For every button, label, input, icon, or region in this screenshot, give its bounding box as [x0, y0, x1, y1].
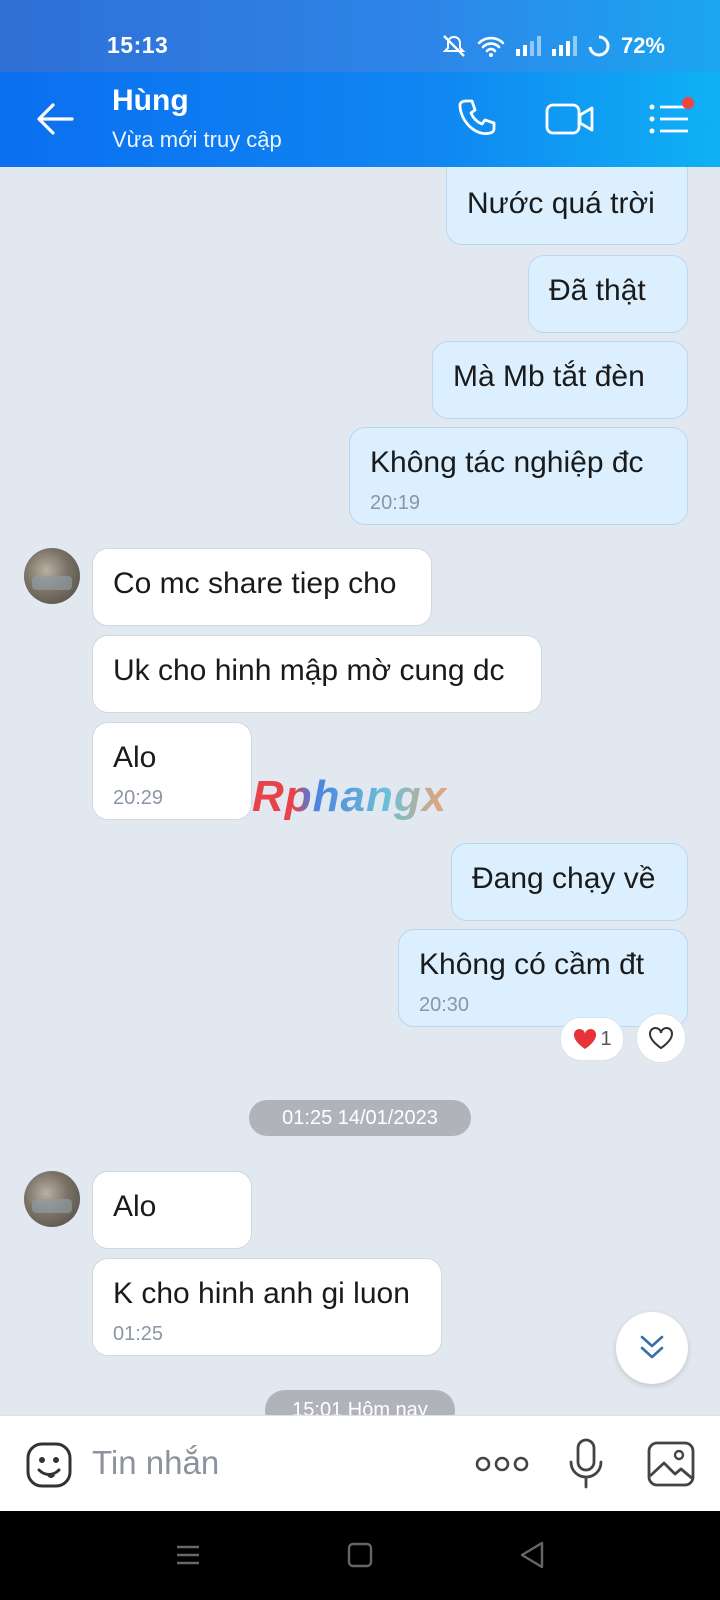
message-bubble[interactable]: Alo 20:29: [92, 722, 252, 820]
message-bubble[interactable]: Uk cho hinh mập mờ cung dc: [92, 635, 542, 713]
home-button-icon[interactable]: [347, 1541, 373, 1569]
mute-bell-icon: [442, 35, 466, 57]
message-text: Alo: [113, 741, 157, 774]
contact-name[interactable]: Hùng: [112, 84, 189, 118]
red-heart-icon: [574, 1028, 597, 1049]
message-time: 20:30: [419, 994, 470, 1016]
message-text: Đã thật: [549, 274, 646, 307]
message-time: 20:29: [113, 787, 164, 809]
watermark: Rphangx: [252, 772, 448, 821]
menu-list-icon[interactable]: [648, 97, 696, 141]
message-bubble[interactable]: Đã thật: [528, 255, 688, 333]
contact-status: Vừa mới truy cập: [112, 127, 282, 152]
contact-avatar[interactable]: [24, 1171, 80, 1227]
message-bubble[interactable]: Không tác nghiệp đc 20:19: [349, 427, 688, 525]
message-text: K cho hinh anh gi luon: [113, 1277, 410, 1310]
status-bar: 15:13 72%: [0, 0, 720, 72]
chat-header: Hùng Vừa mới truy cập: [0, 72, 720, 167]
message-bubble[interactable]: Nước quá trời: [446, 167, 688, 245]
signal-icon-2: [551, 36, 577, 56]
image-gallery-icon[interactable]: [646, 1440, 696, 1488]
message-time: 20:19: [370, 492, 421, 514]
message-bubble[interactable]: Co mc share tiep cho: [92, 548, 432, 626]
signal-icon-1: [515, 36, 541, 56]
battery-percent: 72%: [620, 33, 665, 58]
back-nav-icon[interactable]: [518, 1540, 546, 1570]
message-bubble[interactable]: Alo: [92, 1171, 252, 1249]
message-text: Alo: [113, 1190, 157, 1223]
message-bubble[interactable]: K cho hinh anh gi luon 01:25: [92, 1258, 442, 1356]
reaction-badge[interactable]: 1: [560, 1017, 624, 1061]
recent-apps-icon[interactable]: [174, 1541, 202, 1569]
message-input-bar: Tin nhắn: [0, 1415, 720, 1512]
microphone-icon[interactable]: [566, 1438, 606, 1490]
status-time: 15:13: [107, 32, 169, 58]
message-bubble[interactable]: Mà Mb tắt đèn: [432, 341, 688, 419]
sticker-emoji-icon[interactable]: [25, 1441, 73, 1489]
date-separator: 01:25 14/01/2023: [249, 1100, 471, 1136]
status-icons: 72%: [441, 33, 665, 59]
message-time: 01:25: [113, 1323, 164, 1345]
message-text: Uk cho hinh mập mờ cung dc: [113, 654, 505, 687]
scroll-to-bottom-button[interactable]: [616, 1312, 688, 1384]
system-nav-bar: [0, 1511, 720, 1600]
battery-icon: [588, 35, 610, 57]
date-separator: 15:01 Hôm nay: [265, 1390, 455, 1415]
react-heart-button[interactable]: [636, 1013, 686, 1063]
wifi-icon: [477, 36, 505, 57]
more-options-icon[interactable]: [475, 1454, 529, 1474]
message-text: Co mc share tiep cho: [113, 567, 397, 600]
message-text: Không tác nghiệp đc: [370, 446, 644, 479]
message-input[interactable]: Tin nhắn: [92, 1444, 219, 1482]
contact-avatar[interactable]: [24, 548, 80, 604]
message-text: Không có cầm đt: [419, 948, 645, 981]
message-bubble[interactable]: Đang chạy về: [451, 843, 688, 921]
back-arrow-icon[interactable]: [36, 102, 74, 136]
message-text: Đang chạy về: [472, 862, 656, 895]
message-text: Mà Mb tắt đèn: [453, 360, 645, 393]
phone-call-icon[interactable]: [456, 97, 500, 141]
message-bubble[interactable]: Không có cầm đt 20:30: [398, 929, 688, 1027]
video-call-icon[interactable]: [544, 97, 596, 141]
reaction-count: 1: [600, 1027, 612, 1050]
heart-outline-icon: [649, 1027, 673, 1050]
double-chevron-down-icon: [640, 1335, 664, 1359]
message-text: Nước quá trời: [467, 187, 655, 220]
